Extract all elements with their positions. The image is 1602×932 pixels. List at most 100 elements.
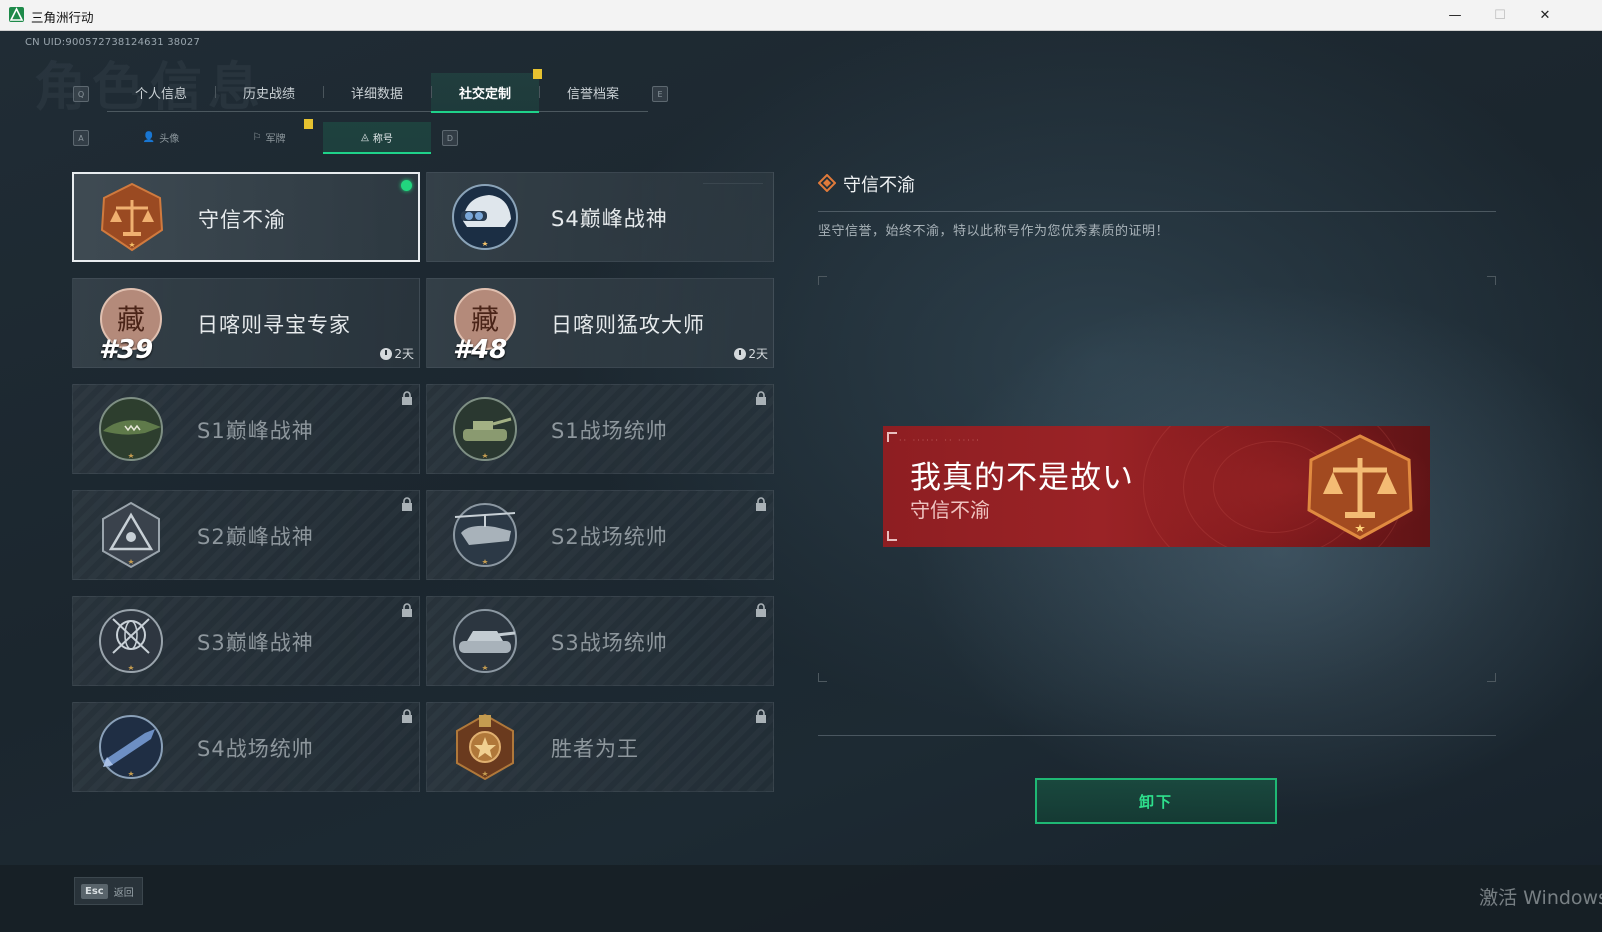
maximize-button[interactable]: ☐ [1477, 0, 1523, 30]
title-name: 日喀则猛攻大师 [551, 313, 705, 337]
helicopter-emblem-icon [453, 503, 517, 567]
unequip-button[interactable]: 卸下 [1035, 778, 1277, 824]
title-name: S1战场统帅 [551, 419, 668, 443]
tab-personal-info[interactable]: 个人信息 [107, 73, 215, 111]
close-button[interactable]: ✕ [1522, 0, 1568, 30]
tab-label: 个人信息 [134, 86, 187, 102]
lock-icon [756, 391, 766, 405]
svg-text:藏: 藏 [471, 303, 499, 336]
back-button[interactable]: Esc 返回 [74, 877, 143, 905]
banner-player-nickname: 我真的不是故い [910, 460, 1134, 496]
tank-emblem-icon [453, 397, 517, 461]
tab-social-customization[interactable]: 社交定制 [431, 69, 542, 113]
helmet-emblem-icon [452, 184, 518, 250]
title-banner-preview: ·· ······ ·· ····· 我真的不是故い 守信不渝 [883, 426, 1430, 547]
title-name: S2巅峰战神 [197, 525, 314, 549]
subtab-label: 称号 [372, 133, 393, 145]
tab-match-history[interactable]: 历史战绩 [215, 73, 323, 111]
preview-frame-corner [1487, 673, 1496, 682]
lock-icon [756, 497, 766, 511]
divider [818, 735, 1496, 736]
pyramid-emblem-icon [102, 501, 160, 569]
footer-bar: Esc 返回 激活 Windows [0, 865, 1602, 932]
timer-value: 2天 [748, 347, 768, 361]
title-card-s1-peak-god[interactable]: S1巅峰战神 [72, 384, 420, 474]
svg-text:藏: 藏 [117, 303, 145, 336]
banner-decor-text: ·· ······ ·· ····· [899, 436, 981, 445]
title-card-assault-master[interactable]: 藏 #48 日喀则猛攻大师 2天 [426, 278, 774, 368]
lock-icon [402, 391, 412, 405]
detail-title: 守信不渝 [843, 175, 915, 196]
app-logo-icon [9, 7, 24, 22]
minimize-button[interactable]: — [1432, 0, 1478, 30]
globe-emblem-icon [99, 609, 163, 673]
subtab-avatar[interactable]: 👤 头像 [107, 122, 215, 152]
title-name: 胜者为王 [551, 737, 639, 761]
tab-label: 历史战绩 [242, 86, 295, 102]
new-notice-badge [304, 119, 313, 129]
title-card-s2-field-marshal[interactable]: S2战场统帅 [426, 490, 774, 580]
sub-tabs: 👤 头像 ⚐ 军牌 ◬ 称号 [107, 119, 433, 154]
tab-label: 详细数据 [350, 86, 403, 102]
lock-icon [756, 709, 766, 723]
scales-emblem-icon [100, 182, 164, 252]
player-uid: CN UID:900572738124631 38027 [25, 37, 201, 48]
preview-frame-corner [818, 673, 827, 682]
title-icon: ◬ [361, 131, 369, 143]
preview-frame-corner [818, 276, 827, 285]
title-card-treasure-expert[interactable]: 藏 #39 日喀则寻宝专家 2天 [72, 278, 420, 368]
clock-icon [734, 347, 747, 360]
windows-activation-watermark: 激活 Windows [1479, 887, 1602, 909]
detail-description: 坚守信誉，始终不渝，特以此称号作为您优秀素质的证明！ [818, 224, 1170, 239]
diamond-icon [818, 174, 836, 192]
rank-number: #48 [453, 335, 508, 365]
divider [818, 211, 1496, 212]
title-name: S4巅峰战神 [551, 207, 668, 231]
person-icon: 👤 [142, 131, 156, 143]
title-name: S3巅峰战神 [197, 631, 314, 655]
tab-detailed-stats[interactable]: 详细数据 [323, 73, 431, 111]
title-card-s3-field-marshal[interactable]: S3战场统帅 [426, 596, 774, 686]
tab-label: 信誉档案 [566, 86, 619, 102]
title-name: 守信不渝 [198, 208, 286, 232]
crocodile-emblem-icon [99, 397, 163, 461]
subtab-label: 头像 [159, 133, 180, 145]
next-subtab-key-hint[interactable]: D [442, 130, 458, 146]
next-tab-key-hint[interactable]: E [652, 86, 668, 102]
subtab-label: 军牌 [265, 133, 286, 145]
lock-icon [402, 603, 412, 617]
title-card-s2-peak-god[interactable]: S2巅峰战神 [72, 490, 420, 580]
timer-value: 2天 [394, 347, 414, 361]
rank-number: #39 [99, 335, 154, 365]
main-tabs: 个人信息 历史战绩 详细数据 社交定制 信誉档案 [107, 69, 648, 113]
tag-icon: ⚐ [252, 131, 262, 143]
subtab-title[interactable]: ◬ 称号 [323, 122, 431, 154]
decor-line [703, 183, 763, 184]
title-card-winner-is-king[interactable]: 胜者为王 [426, 702, 774, 792]
title-card-s3-peak-god[interactable]: S3巅峰战神 [72, 596, 420, 686]
prev-subtab-key-hint[interactable]: A [73, 130, 89, 146]
window-title: 三角洲行动 [31, 10, 94, 25]
title-card-s1-field-marshal[interactable]: S1战场统帅 [426, 384, 774, 474]
prev-tab-key-hint[interactable]: Q [73, 86, 89, 102]
lock-icon [402, 497, 412, 511]
title-name: S2战场统帅 [551, 525, 668, 549]
title-card-shouxinbuyu[interactable]: 守信不渝 [72, 172, 420, 262]
window-titlebar: 三角洲行动 — ☐ ✕ [0, 0, 1602, 31]
tab-reputation-record[interactable]: 信誉档案 [539, 73, 647, 111]
medal-emblem-icon [456, 713, 514, 781]
banner-bracket [887, 432, 897, 442]
clock-icon [380, 347, 393, 360]
title-card-s4-field-marshal[interactable]: S4战场统帅 [72, 702, 420, 792]
lock-icon [402, 709, 412, 723]
title-name: S4战场统帅 [197, 737, 314, 761]
title-card-s4-peak-god[interactable]: S4巅峰战神 [426, 172, 774, 262]
scales-emblem-icon [1307, 434, 1413, 540]
back-label: 返回 [113, 887, 134, 899]
expiry-timer: 2天 [734, 345, 768, 362]
tab-label: 社交定制 [458, 86, 511, 102]
tank-emblem-icon [453, 609, 517, 673]
lock-icon [756, 603, 766, 617]
subtab-dogtag[interactable]: ⚐ 军牌 [215, 119, 323, 152]
expiry-timer: 2天 [380, 345, 414, 362]
